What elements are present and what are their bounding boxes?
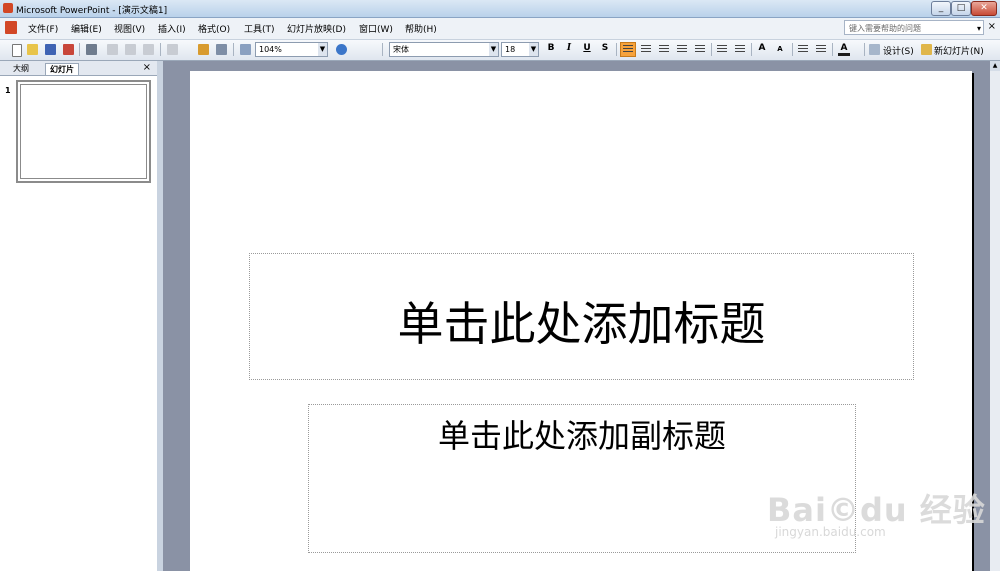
new-slide-icon[interactable] — [921, 44, 932, 55]
font-size-value: 18 — [505, 45, 516, 54]
design-button[interactable]: 设计(S) — [883, 44, 914, 57]
close-document-button[interactable]: × — [988, 21, 996, 32]
font-size-select[interactable]: 18 ▼ — [501, 42, 539, 57]
cut-icon[interactable] — [107, 44, 118, 55]
insert-table-icon[interactable] — [216, 44, 227, 55]
menu-help[interactable]: 帮助(H) — [405, 22, 437, 35]
new-slide-button[interactable]: 新幻灯片(N) — [934, 44, 984, 57]
chevron-down-icon[interactable]: ▾ — [977, 21, 981, 36]
title-placeholder[interactable]: 单击此处添加标题 — [249, 253, 914, 380]
font-name-select[interactable]: 宋体 ▼ — [389, 42, 499, 57]
decrease-indent-icon[interactable] — [798, 45, 808, 54]
shrink-font-button[interactable]: A — [774, 45, 786, 53]
open-folder-icon[interactable] — [27, 44, 38, 55]
slides-pane: 大纲 幻灯片 × 1 — [0, 61, 158, 571]
watermark-url: jingyan.baidu.com — [775, 525, 886, 539]
bold-button[interactable]: B — [545, 43, 557, 53]
vertical-scrollbar[interactable]: ▲ — [990, 61, 1000, 571]
format-painter-icon[interactable] — [143, 44, 154, 55]
restore-button[interactable]: □ — [951, 1, 971, 16]
help-search-placeholder: 键入需要帮助的问题 — [849, 24, 921, 33]
zoom-value: 104% — [259, 45, 282, 54]
menu-tools[interactable]: 工具(T) — [244, 22, 275, 35]
document-icon — [5, 21, 17, 34]
slide-number: 1 — [5, 86, 11, 95]
separator — [792, 43, 793, 56]
separator — [160, 43, 161, 56]
separator — [616, 43, 617, 56]
subtitle-placeholder-text: 单击此处添加副标题 — [437, 417, 726, 455]
slide-thumbnail[interactable] — [16, 80, 151, 183]
font-name-value: 宋体 — [393, 45, 409, 54]
separator — [233, 43, 234, 56]
separator — [832, 43, 833, 56]
align-left-icon — [623, 45, 633, 54]
pane-tabs: 大纲 幻灯片 × — [0, 61, 157, 76]
italic-button[interactable]: I — [563, 43, 575, 53]
tab-slides[interactable]: 幻灯片 — [45, 63, 79, 75]
zoom-select[interactable]: 104% ▼ — [255, 42, 328, 57]
help-icon[interactable] — [336, 44, 347, 55]
separator — [864, 43, 865, 56]
chevron-down-icon[interactable]: ▼ — [529, 43, 538, 56]
menu-window[interactable]: 窗口(W) — [359, 22, 393, 35]
grow-font-button[interactable]: A — [756, 43, 768, 53]
menu-slideshow[interactable]: 幻灯片放映(D) — [287, 22, 346, 35]
increase-indent-icon[interactable] — [816, 45, 826, 54]
minimize-button[interactable]: _ — [931, 1, 951, 16]
font-color-button[interactable]: A — [838, 43, 850, 56]
menu-format[interactable]: 格式(O) — [198, 22, 230, 35]
copy-icon[interactable] — [125, 44, 136, 55]
powerpoint-icon — [3, 3, 13, 13]
undo-icon[interactable] — [167, 44, 178, 55]
design-icon[interactable] — [869, 44, 880, 55]
distribute-icon[interactable] — [695, 45, 705, 54]
print-icon[interactable] — [86, 44, 97, 55]
save-icon[interactable] — [45, 44, 56, 55]
tab-outline[interactable]: 大纲 — [9, 63, 33, 75]
chevron-down-icon[interactable]: ▼ — [318, 43, 327, 56]
numbering-icon[interactable] — [717, 45, 727, 54]
shadow-button[interactable]: S — [599, 43, 611, 53]
close-window-button[interactable]: ✕ — [971, 1, 997, 16]
align-right-icon[interactable] — [659, 45, 669, 54]
insert-chart-icon[interactable] — [198, 44, 209, 55]
window-title: Microsoft PowerPoint - [演示文稿1] — [16, 6, 168, 16]
toolbar: 104% ▼ 宋体 ▼ 18 ▼ B I U S A A A 设计(S) 新幻灯… — [0, 40, 1000, 61]
close-pane-button[interactable]: × — [143, 62, 151, 73]
menu-bar: 文件(F) 编辑(E) 视图(V) 插入(I) 格式(O) 工具(T) 幻灯片放… — [0, 18, 1000, 40]
underline-button[interactable]: U — [581, 43, 593, 53]
menu-edit[interactable]: 编辑(E) — [71, 22, 102, 35]
menu-file[interactable]: 文件(F) — [28, 22, 58, 35]
align-left-button[interactable] — [620, 42, 636, 57]
permission-icon[interactable] — [63, 44, 74, 55]
help-search-input[interactable]: 键入需要帮助的问题 ▾ — [844, 20, 984, 35]
scroll-up-icon[interactable]: ▲ — [990, 61, 1000, 71]
separator — [382, 43, 383, 56]
menu-insert[interactable]: 插入(I) — [158, 22, 186, 35]
separator — [751, 43, 752, 56]
separator — [79, 43, 80, 56]
chevron-down-icon[interactable]: ▼ — [489, 43, 498, 56]
title-bar: Microsoft PowerPoint - [演示文稿1] _ □ ✕ — [0, 0, 1000, 18]
justify-icon[interactable] — [677, 45, 687, 54]
grid-icon[interactable] — [240, 44, 251, 55]
align-center-icon[interactable] — [641, 45, 651, 54]
separator — [711, 43, 712, 56]
title-placeholder-text: 单击此处添加标题 — [397, 297, 766, 351]
menu-view[interactable]: 视图(V) — [114, 22, 145, 35]
bullets-icon[interactable] — [735, 45, 745, 54]
new-document-icon[interactable] — [12, 44, 22, 57]
